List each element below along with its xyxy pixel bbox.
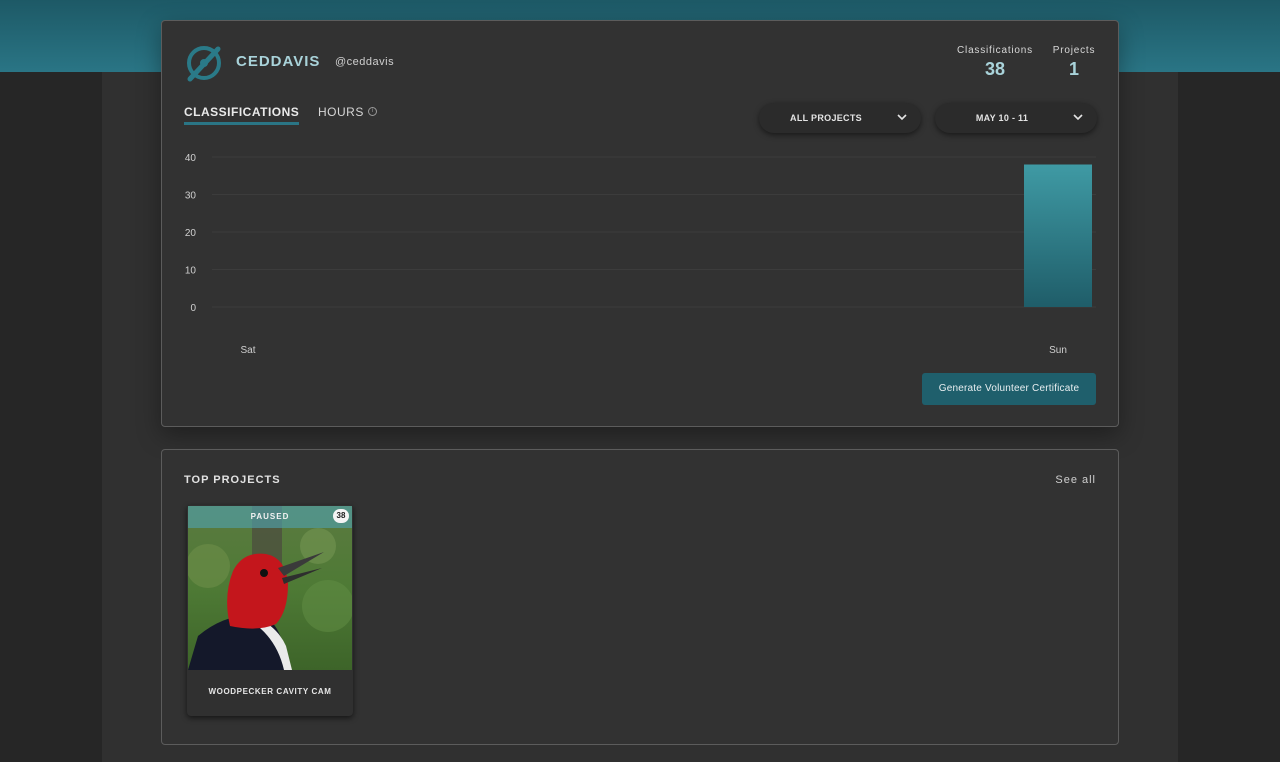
stat-projects-value: 1 (1068, 59, 1079, 79)
classifications-bar-chart: 0 10 20 30 40 Sat Sun Date range (UTC) (185, 153, 1096, 365)
chevron-down-icon (1073, 114, 1083, 121)
chart-y-tick-label: 0 (190, 303, 196, 314)
chevron-down-icon (897, 114, 907, 121)
profile-handle: @ceddavis (335, 56, 395, 68)
chart-x-tick-label: Sun (1049, 345, 1067, 356)
right-gutter (1178, 72, 1280, 762)
top-projects-card: TOP PROJECTS See all PAUSED 38 WOODPECKE… (161, 449, 1119, 745)
see-all-link[interactable]: See all (1055, 474, 1096, 486)
stat-projects-label: Projects (1052, 45, 1096, 56)
chart-x-axis-label: Date range (UTC) (241, 364, 305, 365)
left-gutter (0, 72, 102, 762)
project-status-badge: PAUSED (188, 506, 352, 528)
tab-hours[interactable]: HOURS (318, 105, 364, 119)
chart-y-tick-label: 10 (185, 266, 197, 277)
stats-card: CEDDAVIS @ceddavis Classifications 38 Pr… (161, 20, 1119, 427)
zooniverse-logo-icon (187, 46, 221, 82)
stat-classifications-label: Classifications (957, 45, 1033, 56)
project-count-badge: 38 (333, 509, 349, 523)
projects-filter-dropdown[interactable]: ALL PROJECTS (759, 103, 921, 133)
tab-classifications[interactable]: CLASSIFICATIONS (184, 105, 300, 125)
woodpecker-image-icon (188, 506, 352, 670)
chart-y-tick-label: 40 (185, 153, 197, 164)
date-range-label: MAY 10 - 11 (975, 113, 1029, 123)
generate-certificate-button[interactable]: Generate Volunteer Certificate (922, 373, 1096, 405)
projects-filter-label: ALL PROJECTS (790, 113, 862, 123)
date-range-dropdown[interactable]: MAY 10 - 11 (935, 103, 1097, 133)
info-icon[interactable]: i (368, 107, 377, 116)
stat-classifications: Classifications 38 (952, 45, 1038, 80)
chart-bar (1024, 164, 1092, 307)
top-projects-title: TOP PROJECTS (184, 474, 281, 486)
project-name: WOODPECKER CAVITY CAM (208, 687, 332, 696)
chart-x-tick-label: Sat (240, 345, 255, 356)
project-card[interactable]: PAUSED 38 WOODPECKER CAVITY CAM (187, 505, 353, 716)
stat-projects: Projects 1 (1048, 45, 1100, 80)
project-image: PAUSED 38 (188, 506, 352, 670)
chart-y-tick-label: 20 (185, 228, 197, 239)
stat-classifications-value: 38 (984, 59, 1006, 79)
profile-username: CEDDAVIS (236, 53, 321, 70)
chart-y-tick-label: 30 (185, 191, 197, 202)
